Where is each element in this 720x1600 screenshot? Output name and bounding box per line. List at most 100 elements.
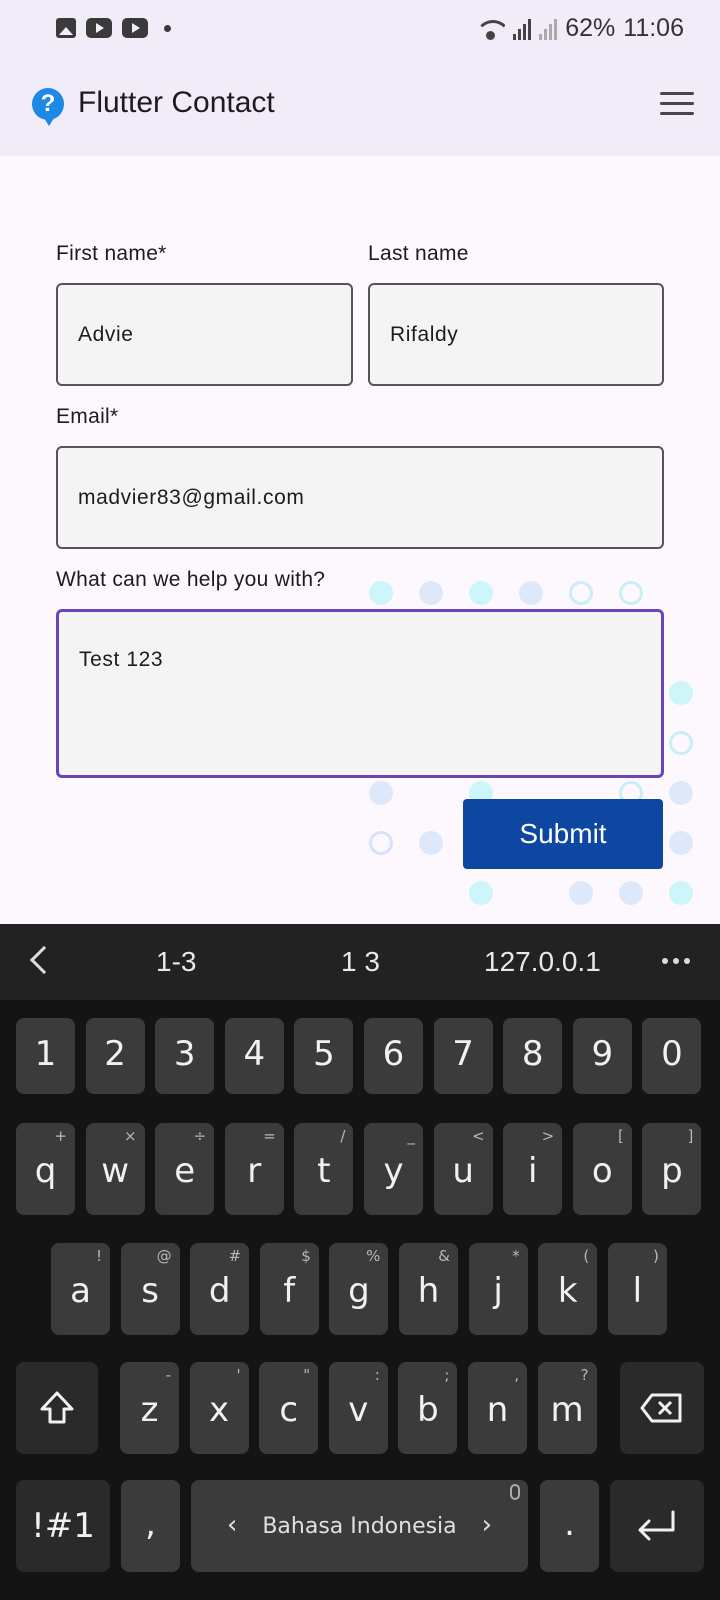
key-f-label: f xyxy=(283,1271,296,1311)
key-c[interactable]: c " xyxy=(259,1362,319,1454)
key-b[interactable]: b; xyxy=(398,1362,458,1454)
comma-key-label: , xyxy=(145,1504,156,1544)
key-k-label: k xyxy=(557,1271,578,1311)
shift-key[interactable] xyxy=(16,1362,98,1454)
key-h-label: h xyxy=(417,1271,440,1311)
key-g-label: g xyxy=(348,1271,370,1311)
secondary-symbol: ( xyxy=(583,1247,590,1265)
last-name-field[interactable] xyxy=(368,283,664,386)
chevron-right-icon: › xyxy=(481,1510,492,1540)
key-z[interactable]: z- xyxy=(120,1362,179,1454)
key-r-label: r xyxy=(247,1151,262,1191)
microphone-icon xyxy=(510,1484,520,1500)
key-i[interactable]: i > xyxy=(503,1123,563,1215)
message-field[interactable]: Test 123 xyxy=(56,609,664,778)
key-j[interactable]: j * xyxy=(468,1243,528,1335)
notification-icons xyxy=(56,18,171,38)
space-key[interactable]: ‹ Bahasa Indonesia › xyxy=(191,1480,528,1572)
key-9[interactable]: 9 xyxy=(572,1018,632,1094)
key-o-label: o xyxy=(591,1151,613,1191)
key-l-label: l xyxy=(632,1271,643,1311)
key-m-label: m xyxy=(550,1390,584,1430)
key-l[interactable]: l) xyxy=(607,1243,667,1335)
secondary-symbol: - xyxy=(165,1366,171,1384)
key-0-label: 0 xyxy=(661,1034,683,1074)
key-r[interactable]: r = xyxy=(224,1123,284,1215)
symbols-key-label: !#1 xyxy=(31,1506,95,1546)
key-t[interactable]: t / xyxy=(294,1123,354,1215)
key-w[interactable]: w × xyxy=(85,1123,145,1215)
chevron-left-icon[interactable] xyxy=(29,945,59,975)
key-v-label: v xyxy=(348,1390,369,1430)
suggestion-item[interactable]: 1-3 xyxy=(156,946,196,978)
comma-key[interactable]: , xyxy=(121,1480,180,1572)
key-i-label: i xyxy=(527,1151,538,1191)
suggestion-bar: 1-3 1 3 127.0.0.1 xyxy=(0,924,720,1000)
key-d[interactable]: d # xyxy=(190,1243,250,1335)
secondary-symbol: " xyxy=(303,1366,311,1384)
first-name-field[interactable] xyxy=(56,283,353,386)
backspace-key[interactable] xyxy=(620,1362,704,1454)
secondary-symbol: > xyxy=(541,1127,555,1145)
suggestion-item[interactable]: 127.0.0.1 xyxy=(484,946,601,978)
key-x[interactable]: x ' xyxy=(189,1362,249,1454)
key-a[interactable]: a! xyxy=(51,1243,110,1335)
key-v[interactable]: v: xyxy=(328,1362,388,1454)
key-h[interactable]: h & xyxy=(399,1243,458,1335)
more-options-icon[interactable] xyxy=(662,958,690,964)
key-m[interactable]: m? xyxy=(537,1362,597,1454)
key-8[interactable]: 8 xyxy=(503,1018,563,1094)
key-0[interactable]: 0 xyxy=(642,1018,702,1094)
key-o[interactable]: o[ xyxy=(572,1123,632,1215)
key-g[interactable]: g% xyxy=(329,1243,389,1335)
key-1[interactable]: 1 xyxy=(16,1018,75,1094)
key-7[interactable]: 7 xyxy=(433,1018,493,1094)
secondary-symbol: × xyxy=(124,1127,137,1145)
youtube-icon xyxy=(86,18,112,38)
key-9-label: 9 xyxy=(591,1034,614,1074)
key-b-label: b xyxy=(417,1390,439,1430)
key-5[interactable]: 5 xyxy=(294,1018,354,1094)
key-j-label: j xyxy=(493,1271,503,1311)
key-z-label: z xyxy=(140,1390,159,1430)
secondary-symbol: @ xyxy=(156,1247,172,1265)
key-3[interactable]: 3 xyxy=(155,1018,215,1094)
key-n[interactable]: n, xyxy=(468,1362,527,1454)
menu-icon[interactable] xyxy=(660,92,694,118)
period-key[interactable]: . xyxy=(540,1480,599,1572)
system-status: 62% 11:06 xyxy=(477,14,684,43)
key-s[interactable]: s @ xyxy=(120,1243,180,1335)
key-p[interactable]: p] xyxy=(642,1123,702,1215)
key-e[interactable]: e ÷ xyxy=(155,1123,215,1215)
key-4-label: 4 xyxy=(243,1034,266,1074)
app-title: Flutter Contact xyxy=(78,86,275,119)
secondary-symbol: & xyxy=(438,1247,450,1265)
space-language-label: Bahasa Indonesia xyxy=(262,1514,457,1539)
backspace-icon xyxy=(640,1393,682,1423)
submit-button[interactable]: Submit xyxy=(463,799,663,869)
enter-key[interactable] xyxy=(610,1480,704,1572)
secondary-symbol: = xyxy=(263,1127,276,1145)
symbols-key[interactable]: !#1 xyxy=(16,1480,110,1572)
key-5-label: 5 xyxy=(313,1034,335,1074)
key-q-label: q xyxy=(34,1151,57,1191)
suggestion-item[interactable]: 1 3 xyxy=(341,946,380,978)
secondary-symbol: ! xyxy=(95,1247,102,1265)
email-field[interactable] xyxy=(56,446,664,549)
key-2[interactable]: 2 xyxy=(85,1018,145,1094)
key-k[interactable]: k( xyxy=(538,1243,598,1335)
key-4[interactable]: 4 xyxy=(224,1018,284,1094)
key-q[interactable]: q + xyxy=(16,1123,75,1215)
key-f[interactable]: f $ xyxy=(259,1243,319,1335)
period-key-label: . xyxy=(564,1504,575,1544)
key-1-label: 1 xyxy=(34,1034,57,1074)
key-y[interactable]: y _ xyxy=(364,1123,423,1215)
secondary-symbol: ) xyxy=(652,1247,659,1265)
secondary-symbol: ' xyxy=(236,1366,241,1384)
key-6[interactable]: 6 xyxy=(364,1018,423,1094)
message-label: What can we help you with? xyxy=(56,568,326,591)
wifi-icon xyxy=(477,18,506,40)
shift-icon xyxy=(40,1391,74,1424)
key-u[interactable]: u < xyxy=(433,1123,493,1215)
key-6-label: 6 xyxy=(382,1034,405,1074)
